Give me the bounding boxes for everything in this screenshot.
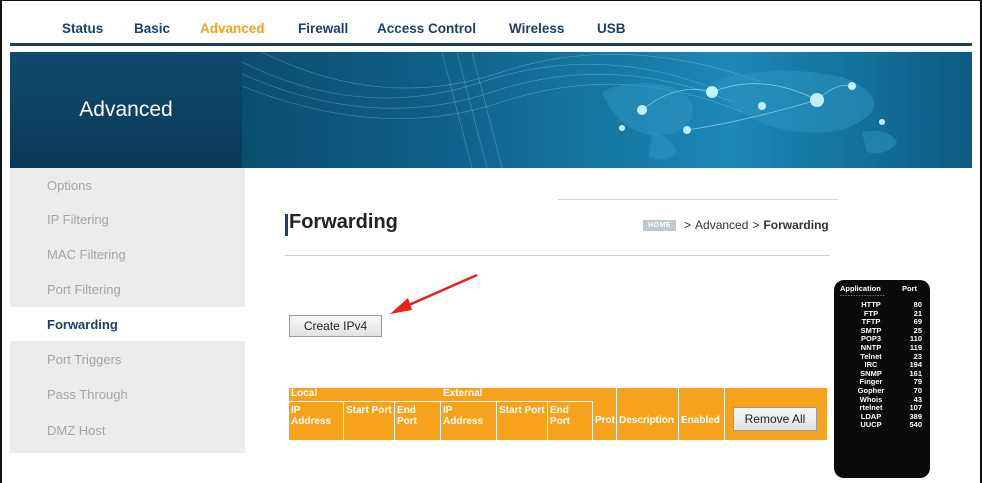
breadcrumb-separator: >: [684, 218, 692, 232]
page-title: Forwarding: [289, 211, 398, 233]
home-link[interactable]: HOME: [643, 219, 676, 231]
sidebar-item-mac-filtering[interactable]: MAC Filtering: [10, 237, 245, 271]
world-network-graphic: [242, 52, 897, 168]
col-ext-start-port: Start Port: [497, 402, 548, 440]
port-panel-header-port: Port: [902, 284, 917, 293]
header-banner: Advanced: [10, 52, 972, 168]
nav-tab-basic[interactable]: Basic: [134, 21, 170, 36]
col-local-end-port: End Port: [395, 402, 441, 440]
sidebar: Options IP Filtering MAC Filtering Port …: [10, 168, 245, 453]
create-ipv4-button[interactable]: Create IPv4: [289, 315, 382, 337]
nav-tab-usb[interactable]: USB: [597, 21, 626, 36]
port-panel-header-app: Application: [840, 284, 881, 293]
divider: [558, 199, 838, 200]
port-row: TFTP 69: [861, 317, 922, 327]
divider: [285, 255, 830, 256]
col-ext-ip: IP Address: [441, 402, 497, 440]
port-row: HTTP 80: [861, 300, 922, 309]
col-protocol: Prot: [593, 388, 617, 440]
breadcrumb-advanced[interactable]: Advanced: [695, 218, 748, 232]
col-enabled: Enabled: [679, 388, 725, 440]
banner-title: Advanced: [10, 52, 242, 168]
group-local: Local: [289, 388, 441, 402]
top-nav: Status Basic Advanced Firewall Access Co…: [10, 2, 972, 46]
sidebar-item-port-triggers[interactable]: Port Triggers: [10, 342, 245, 376]
port-row: UUCP 540: [860, 420, 922, 430]
nav-tab-wireless[interactable]: Wireless: [509, 21, 564, 36]
port-row: SNMP 161: [860, 368, 922, 378]
nav-tab-advanced[interactable]: Advanced: [200, 21, 265, 36]
group-external: External: [441, 388, 593, 402]
port-panel-header: Application Port: [840, 284, 924, 293]
nav-tab-status[interactable]: Status: [62, 21, 103, 36]
nav-tab-firewall[interactable]: Firewall: [298, 21, 348, 36]
port-row: NNTP 119: [860, 342, 922, 352]
sidebar-item-forwarding[interactable]: Forwarding: [10, 307, 245, 341]
sidebar-item-pass-through[interactable]: Pass Through: [10, 377, 245, 411]
port-row: Gopher 70: [857, 385, 922, 395]
remove-all-button[interactable]: Remove All: [733, 407, 817, 431]
sidebar-item-dmz-host[interactable]: DMZ Host: [10, 413, 245, 447]
col-local-ip: IP Address: [289, 402, 344, 440]
port-reference-panel: Application Port - - - - - - - - - - - -…: [834, 280, 930, 478]
breadcrumb: HOME > Advanced > Forwarding: [643, 218, 829, 232]
nav-tab-access-control[interactable]: Access Control: [377, 21, 476, 36]
port-panel-divider: - - - - - - - - - - - - - - - - -: [840, 293, 885, 299]
breadcrumb-separator: >: [752, 218, 760, 232]
col-local-start-port: Start Port: [344, 402, 395, 440]
sidebar-item-port-filtering[interactable]: Port Filtering: [10, 272, 245, 306]
col-ext-end-port: End Port: [548, 402, 593, 440]
sidebar-item-options[interactable]: Options: [10, 168, 245, 202]
sidebar-item-ip-filtering[interactable]: IP Filtering: [10, 202, 245, 236]
breadcrumb-current: Forwarding: [763, 218, 829, 232]
annotation-arrow-icon: [390, 273, 478, 314]
port-row: FTP 21: [863, 308, 922, 318]
col-description: Description: [617, 388, 679, 440]
heading-accent-bar: [285, 214, 288, 236]
